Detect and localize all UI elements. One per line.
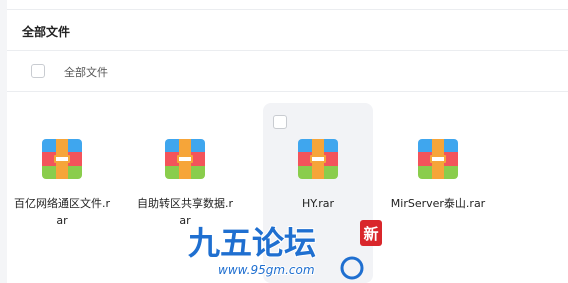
watermark-swirl	[340, 256, 364, 280]
watermark-logo-text: 九五论坛	[188, 224, 316, 262]
watermark-url: www.95gm.com	[218, 263, 315, 277]
file-item[interactable]: MirServer泰山.rar	[383, 103, 493, 283]
watermark-badge-text: 新	[363, 225, 378, 243]
watermark-graphic: 九五论坛 新 www.95gm.com	[187, 220, 382, 280]
section-title: 全部文件	[22, 25, 71, 39]
breadcrumb: 全部文件	[7, 52, 568, 92]
archive-icon	[418, 139, 458, 179]
file-checkbox[interactable]	[273, 115, 287, 129]
watermark-logo: 九五论坛 新 www.95gm.com	[180, 216, 390, 283]
archive-icon	[165, 139, 205, 179]
breadcrumb-all-files[interactable]: 全部文件	[64, 64, 108, 80]
top-bar	[7, 0, 568, 10]
file-item[interactable]: 百亿网络通区文件.rar	[7, 103, 117, 283]
archive-icon	[42, 139, 82, 179]
file-name: MirServer泰山.rar	[390, 197, 486, 210]
select-all-checkbox[interactable]	[31, 64, 45, 78]
file-name: HY.rar	[301, 197, 335, 210]
file-name: 百亿网络通区文件.rar	[13, 197, 111, 227]
archive-icon	[298, 139, 338, 179]
section-header: 全部文件	[7, 11, 568, 51]
